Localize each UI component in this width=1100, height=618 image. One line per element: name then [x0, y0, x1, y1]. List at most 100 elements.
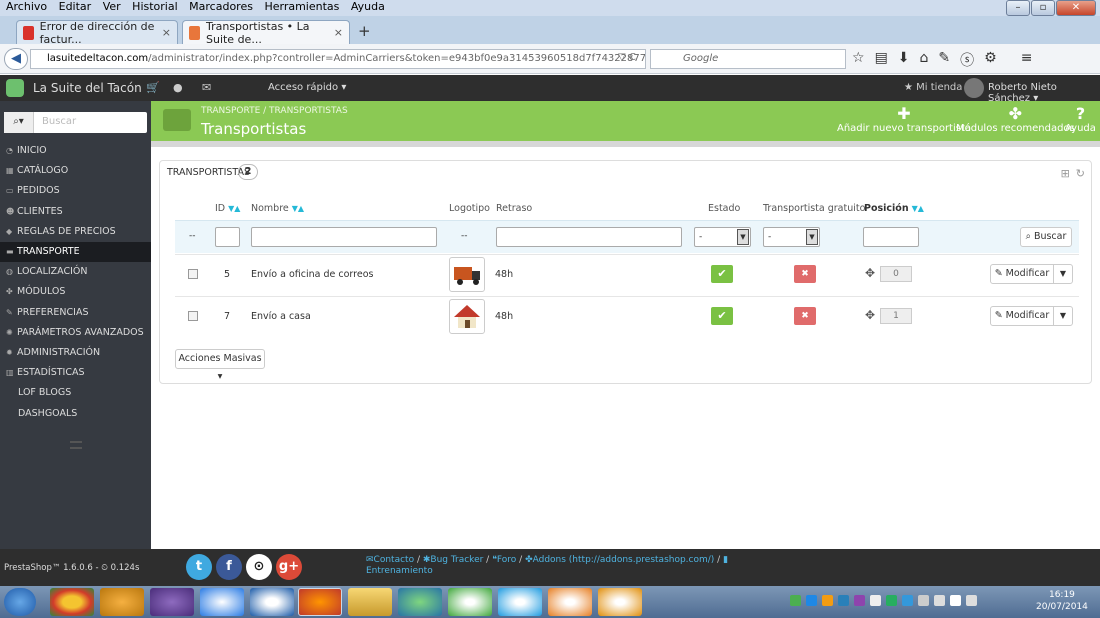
- minimize-button[interactable]: –: [1006, 0, 1030, 16]
- close-tab-icon[interactable]: ×: [162, 26, 171, 39]
- tray-icon[interactable]: [790, 595, 801, 606]
- close-tab-icon[interactable]: ×: [334, 26, 343, 39]
- recommended-modules-button[interactable]: ✤ Módulos recomendados: [956, 105, 1075, 135]
- explorer-icon[interactable]: [348, 588, 392, 616]
- name-filter-input[interactable]: [251, 227, 437, 247]
- training-link[interactable]: Entrenamiento: [366, 566, 433, 576]
- bulk-actions-button[interactable]: Acciones Masivas ▾: [175, 349, 265, 382]
- column-id[interactable]: ID ▼▲: [215, 203, 240, 214]
- sidebar-item-dashgoals[interactable]: DASHGOALS: [0, 404, 151, 424]
- sidebar-item-localización[interactable]: ◍ LOCALIZACIÓN: [0, 262, 151, 282]
- edit-button[interactable]: ✎ Modificar: [990, 306, 1054, 326]
- dropbox-icon[interactable]: [200, 588, 244, 616]
- home-icon[interactable]: ⌂: [920, 50, 929, 70]
- tab-error-direccion[interactable]: Error de dirección de factur... ×: [16, 20, 178, 46]
- sidebar-item-módulos[interactable]: ✤ MÓDULOS: [0, 282, 151, 302]
- forum-link[interactable]: Foro: [497, 555, 516, 565]
- firefox-icon[interactable]: [298, 588, 342, 616]
- tray-icon[interactable]: [886, 595, 897, 606]
- bookmark-star-icon[interactable]: ☆: [852, 50, 865, 70]
- bug-tracker-link[interactable]: Bug Tracker: [430, 555, 483, 565]
- sidebar-item-lof-blogs[interactable]: LOF BLOGS: [0, 383, 151, 403]
- sidebar-item-administración[interactable]: ✹ ADMINISTRACIÓN: [0, 343, 151, 363]
- menu-ver[interactable]: Ver: [103, 0, 121, 13]
- search-icon[interactable]: ⌕▾: [4, 112, 34, 133]
- menu-historial[interactable]: Historial: [132, 0, 177, 13]
- position-filter-input[interactable]: [863, 227, 919, 247]
- close-window-button[interactable]: ✕: [1056, 0, 1096, 16]
- url-bar[interactable]: lasuitedeltacon.com/administrator/index.…: [30, 49, 646, 69]
- web-search-input[interactable]: Google: [650, 49, 846, 69]
- new-tab-button[interactable]: +: [358, 22, 371, 40]
- extension-icon[interactable]: ⚙: [984, 50, 997, 70]
- status-enabled-toggle[interactable]: ✔: [711, 307, 733, 325]
- bookmarks-icon[interactable]: ▤: [875, 50, 888, 70]
- outlook-icon[interactable]: [598, 588, 642, 616]
- back-button[interactable]: ◀: [4, 48, 28, 70]
- prestashop-logo-icon[interactable]: [6, 79, 24, 97]
- menu-archivo[interactable]: Archivo: [6, 0, 47, 13]
- flag-icon[interactable]: [950, 595, 961, 606]
- network-icon[interactable]: [966, 595, 977, 606]
- column-position[interactable]: Posición ▼▲: [864, 203, 924, 214]
- chrome-icon[interactable]: [50, 588, 94, 616]
- help-button[interactable]: ? Ayuda: [1065, 105, 1096, 135]
- facebook-icon[interactable]: f: [216, 554, 242, 580]
- free-disabled-toggle[interactable]: ✖: [794, 307, 816, 325]
- github-icon[interactable]: ⊙: [246, 554, 272, 580]
- skype-icon[interactable]: [498, 588, 542, 616]
- my-shop-link[interactable]: ★ Mi tienda: [904, 82, 962, 93]
- media-player-icon[interactable]: [548, 588, 592, 616]
- sidebar-item-preferencias[interactable]: ✎ PREFERENCIAS: [0, 303, 151, 323]
- free-filter-select[interactable]: - ▼: [763, 227, 820, 247]
- skype-icon[interactable]: ⓢ: [960, 50, 974, 70]
- contact-link[interactable]: Contacto: [374, 555, 415, 565]
- edit-button[interactable]: ✎ Modificar: [990, 264, 1054, 284]
- menu-herramientas[interactable]: Herramientas: [264, 0, 339, 13]
- quick-access-dropdown[interactable]: Acceso rápido ▾: [268, 82, 346, 93]
- shop-name[interactable]: La Suite del Tacón: [33, 81, 142, 95]
- downloads-icon[interactable]: ⬇: [898, 50, 910, 70]
- id-filter-input[interactable]: [215, 227, 240, 247]
- tray-icon[interactable]: [902, 595, 913, 606]
- menu-ayuda[interactable]: Ayuda: [351, 0, 385, 13]
- reload-icon[interactable]: ▽ C: [618, 52, 636, 63]
- sort-icon[interactable]: ▼▲: [292, 204, 304, 213]
- addons-link[interactable]: Addons (http://addons.prestashop.com/): [533, 555, 715, 565]
- delay-filter-input[interactable]: [496, 227, 682, 247]
- free-disabled-toggle[interactable]: ✖: [794, 265, 816, 283]
- avatar[interactable]: [964, 78, 984, 98]
- drag-handle-icon[interactable]: ✥: [865, 266, 875, 280]
- drag-handle-icon[interactable]: ✥: [865, 308, 875, 322]
- column-name[interactable]: Nombre ▼▲: [251, 203, 304, 214]
- cart-icon[interactable]: 🛒: [146, 81, 160, 94]
- sidebar-item-inicio[interactable]: ◔ INICIO: [0, 141, 151, 161]
- row-actions-dropdown[interactable]: ▼: [1053, 306, 1073, 326]
- volume-icon[interactable]: [934, 595, 945, 606]
- sort-icon[interactable]: ▼▲: [228, 204, 240, 213]
- sidebar-item-parámetros-avanzados[interactable]: ✺ PARÁMETROS AVANZADOS: [0, 323, 151, 343]
- tray-icon[interactable]: [854, 595, 865, 606]
- tray-icon[interactable]: [822, 595, 833, 606]
- sidebar-item-reglas-de-precios[interactable]: ◆ REGLAS DE PRECIOS: [0, 222, 151, 242]
- row-actions-dropdown[interactable]: ▼: [1053, 264, 1073, 284]
- app-icon[interactable]: [150, 588, 194, 616]
- menu-icon[interactable]: ≡: [1021, 50, 1033, 70]
- tray-icon[interactable]: [806, 595, 817, 606]
- tray-icon[interactable]: [838, 595, 849, 606]
- sync-icon[interactable]: [398, 588, 442, 616]
- search-button[interactable]: ⌕ Buscar: [1020, 227, 1072, 247]
- signal-icon[interactable]: [918, 595, 929, 606]
- envelope-icon[interactable]: ✉: [202, 81, 211, 94]
- app-icon[interactable]: [100, 588, 144, 616]
- row-checkbox[interactable]: [188, 311, 198, 321]
- clock[interactable]: 16:19 20/07/2014: [1036, 589, 1088, 613]
- sidebar-item-catálogo[interactable]: ▦ CATÁLOGO: [0, 161, 151, 181]
- menu-marcadores[interactable]: Marcadores: [189, 0, 253, 13]
- power-icon[interactable]: [250, 588, 294, 616]
- sidebar-item-pedidos[interactable]: ▭ PEDIDOS: [0, 181, 151, 201]
- tab-transportistas[interactable]: Transportistas • La Suite de... ×: [182, 20, 350, 46]
- status-filter-select[interactable]: - ▼: [694, 227, 751, 247]
- sidebar-collapse-handle[interactable]: [70, 441, 82, 449]
- maximize-button[interactable]: ▫: [1031, 0, 1055, 16]
